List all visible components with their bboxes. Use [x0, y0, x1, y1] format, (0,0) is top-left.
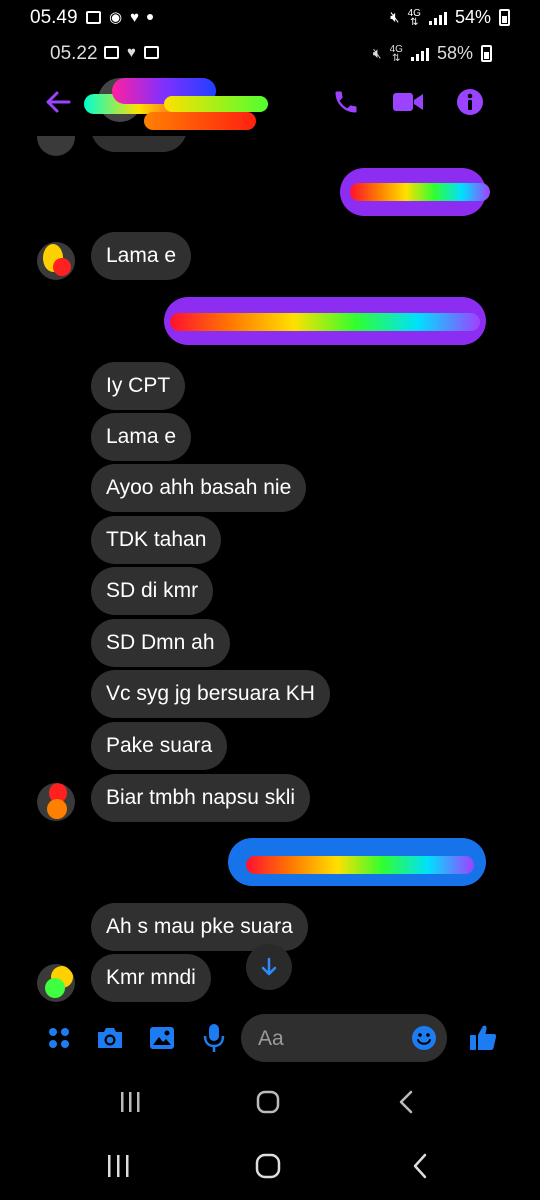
network-icon: 4G ⇅ [407, 7, 421, 28]
home-icon[interactable] [248, 1148, 288, 1184]
message-bubble-outgoing[interactable] [228, 838, 486, 886]
phone-icon[interactable] [326, 82, 366, 122]
status-time: 05.49 [30, 7, 78, 28]
message-bubble-incoming[interactable]: Biar tmbh napsu skli [91, 774, 311, 822]
emoji-icon[interactable] [411, 1025, 437, 1051]
signal-icon [428, 11, 447, 25]
contact-avatar [37, 783, 75, 821]
contact-name-redaction[interactable] [84, 74, 274, 132]
message-bubble-incoming[interactable]: Ah s mau pke suara [91, 903, 308, 951]
contact-avatar [37, 242, 75, 280]
message-bubble-incoming[interactable]: SD di kmr [91, 567, 214, 615]
navigation-bar-outer [0, 1136, 540, 1196]
composer-bar: Aa [0, 1010, 540, 1066]
video-camera-icon[interactable] [388, 82, 428, 122]
contact-avatar [37, 136, 75, 156]
messenger-notification-icon: ◉ [109, 9, 123, 26]
battery-percent: 54% [454, 7, 491, 27]
gallery-notification-icon [86, 10, 101, 24]
message-bubble-incoming[interactable]: SD Dmn ah [91, 619, 230, 667]
message-bubble-incoming[interactable]: Vc syg jg bersuara KH [91, 670, 330, 718]
status-bar-outer: 05.49 ◉ ♥ 🔇︎ 4G ⇅ 54% [0, 0, 540, 34]
more-notifications-dot [147, 14, 153, 20]
message-bubble-incoming[interactable]: Lama e [91, 413, 192, 461]
microphone-icon[interactable] [196, 1020, 232, 1056]
heart-notification-icon: ♥ [130, 8, 139, 26]
camera-icon[interactable] [92, 1020, 128, 1056]
recent-apps-icon[interactable] [110, 1084, 150, 1120]
app-notification-icon [143, 46, 159, 59]
battery-percent: 58% [436, 43, 473, 63]
gallery-icon[interactable] [144, 1020, 180, 1056]
apps-icon[interactable] [41, 1020, 77, 1056]
mute-icon: 🔇︎ [390, 9, 400, 26]
status-bar-inner: 05.22 ♥ 🔇︎ 4G ⇅ 58% [0, 36, 540, 70]
message-input-placeholder: Aa [258, 1027, 284, 1050]
message-bubble-incoming[interactable] [91, 136, 187, 152]
contact-avatar [37, 964, 75, 1002]
status-time-inner: 05.22 [50, 43, 98, 64]
battery-icon [481, 45, 492, 62]
message-list[interactable]: Lama e Iy CPT Lama e Ayoo ahh basah nie … [0, 136, 540, 1006]
info-icon[interactable] [450, 82, 490, 122]
navigation-bar-inner [0, 1072, 540, 1132]
scroll-down-icon[interactable] [246, 944, 292, 990]
message-bubble-outgoing[interactable] [340, 168, 490, 216]
message-bubble-incoming[interactable]: Kmr mndi [91, 954, 211, 1002]
message-bubble-outgoing[interactable] [164, 297, 486, 345]
home-icon[interactable] [248, 1084, 288, 1120]
battery-icon [499, 9, 510, 26]
signal-icon [410, 47, 429, 61]
chat-header [0, 68, 540, 136]
message-bubble-incoming[interactable]: Iy CPT [91, 362, 186, 410]
message-bubble-incoming[interactable]: Ayoo ahh basah nie [91, 464, 307, 512]
message-bubble-incoming[interactable]: TDK tahan [91, 516, 222, 564]
back-icon[interactable] [400, 1148, 440, 1184]
network-icon: 4G ⇅ [389, 43, 403, 64]
thumbs-up-icon[interactable] [465, 1020, 501, 1056]
back-arrow-icon[interactable] [38, 82, 78, 122]
message-input[interactable]: Aa [241, 1014, 447, 1062]
mute-icon: 🔇︎ [372, 45, 382, 61]
gallery-notification-icon [104, 46, 119, 59]
message-bubble-incoming[interactable]: Pake suara [91, 722, 228, 770]
heart-notification-icon: ♥ [127, 44, 136, 61]
back-icon[interactable] [386, 1084, 426, 1120]
recent-apps-icon[interactable] [98, 1148, 138, 1184]
message-bubble-incoming[interactable]: Lama e [91, 232, 192, 280]
